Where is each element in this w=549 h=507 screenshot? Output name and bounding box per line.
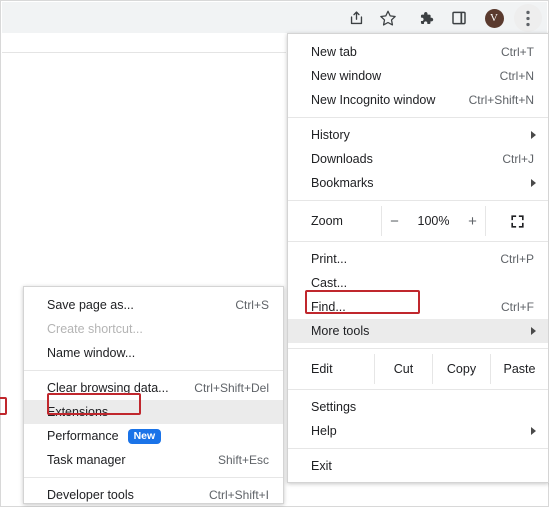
avatar-initial: V	[484, 8, 504, 28]
menu-separator	[288, 241, 548, 242]
menu-item-settings[interactable]: Settings	[288, 395, 548, 419]
menu-item-new-window[interactable]: New window Ctrl+N	[288, 64, 548, 88]
menu-separator	[288, 348, 548, 349]
chevron-right-icon	[531, 179, 536, 187]
edit-copy-button[interactable]: Copy	[432, 354, 490, 384]
menu-item-label: Cast...	[311, 276, 348, 290]
submenu-item-create-shortcut: Create shortcut...	[24, 317, 283, 341]
chevron-right-icon	[531, 427, 536, 435]
menu-item-label: History	[311, 128, 350, 142]
menu-item-help[interactable]: Help	[288, 419, 548, 443]
submenu-item-name-window[interactable]: Name window...	[24, 341, 283, 365]
menu-item-new-tab[interactable]: New tab Ctrl+T	[288, 40, 548, 64]
menu-item-downloads[interactable]: Downloads Ctrl+J	[288, 147, 548, 171]
menu-item-label: Downloads	[311, 152, 373, 166]
menu-item-label: Help	[311, 424, 337, 438]
submenu-item-clear-browsing-data[interactable]: Clear browsing data... Ctrl+Shift+Del	[24, 376, 283, 400]
avatar[interactable]: V	[480, 4, 508, 32]
menu-item-shortcut: Ctrl+J	[502, 152, 534, 166]
submenu-item-performance[interactable]: Performance New	[24, 424, 283, 448]
menu-item-shortcut: Ctrl+F	[501, 300, 534, 314]
zoom-label: Zoom	[311, 214, 343, 228]
menu-zoom-row: Zoom − 100% +	[288, 206, 548, 236]
zoom-level-value: 100%	[417, 214, 450, 228]
browser-window: V New tab Ctrl+T New window Ctrl+N New I…	[0, 0, 549, 507]
menu-item-shortcut: Ctrl+N	[499, 69, 534, 83]
menu-item-shortcut: Shift+Esc	[217, 453, 269, 467]
menu-item-shortcut: Ctrl+Shift+I	[208, 488, 269, 502]
menu-item-label: Print...	[311, 252, 348, 266]
puzzle-icon[interactable]	[411, 4, 439, 32]
menu-separator	[24, 370, 283, 371]
menu-item-label: Settings	[311, 400, 357, 414]
chevron-right-icon	[531, 131, 536, 139]
menu-item-label: Task manager	[47, 453, 126, 467]
menu-item-more-tools[interactable]: More tools	[288, 319, 548, 343]
submenu-item-save-page-as[interactable]: Save page as... Ctrl+S	[24, 293, 283, 317]
menu-item-history[interactable]: History	[288, 123, 548, 147]
menu-item-shortcut: Ctrl+S	[235, 298, 269, 312]
menu-item-label: Exit	[311, 459, 332, 473]
edit-label: Edit	[311, 362, 333, 376]
menu-item-label: Clear browsing data...	[47, 381, 169, 395]
menu-item-label: New tab	[311, 45, 357, 59]
fullscreen-icon[interactable]	[486, 206, 548, 236]
menu-item-label: Extensions	[47, 405, 109, 419]
menu-item-shortcut: Ctrl+Shift+N	[468, 93, 534, 107]
chrome-main-menu: New tab Ctrl+T New window Ctrl+N New Inc…	[287, 33, 549, 483]
menu-item-new-incognito-window[interactable]: New Incognito window Ctrl+Shift+N	[288, 88, 548, 112]
share-icon[interactable]	[342, 4, 370, 32]
menu-item-label: New window	[311, 69, 382, 83]
menu-separator	[288, 200, 548, 201]
menu-item-label: New Incognito window	[311, 93, 436, 107]
menu-item-shortcut: Ctrl+T	[501, 45, 534, 59]
more-tools-submenu: Save page as... Ctrl+S Create shortcut..…	[23, 286, 284, 504]
three-dot-icon[interactable]	[514, 4, 542, 32]
menu-item-shortcut: Ctrl+Shift+Del	[194, 381, 269, 395]
browser-toolbar: V	[2, 2, 547, 33]
edit-cut-button[interactable]: Cut	[374, 354, 432, 384]
menu-item-label: Find...	[311, 300, 346, 314]
menu-item-print[interactable]: Print... Ctrl+P	[288, 247, 548, 271]
menu-item-bookmarks[interactable]: Bookmarks	[288, 171, 548, 195]
zoom-out-button[interactable]: −	[388, 213, 402, 230]
chevron-right-icon	[531, 327, 536, 335]
menu-separator	[288, 389, 548, 390]
new-badge: New	[127, 428, 162, 444]
zoom-in-button[interactable]: +	[466, 213, 480, 230]
menu-item-label: Developer tools	[47, 488, 134, 502]
menu-separator	[288, 448, 548, 449]
menu-item-label: Bookmarks	[311, 176, 374, 190]
menu-item-shortcut: Ctrl+P	[500, 252, 534, 266]
menu-item-label: Performance	[47, 429, 119, 443]
menu-item-find[interactable]: Find... Ctrl+F	[288, 295, 548, 319]
menu-item-exit[interactable]: Exit	[288, 454, 548, 478]
menu-item-label: More tools	[311, 324, 370, 338]
submenu-item-extensions[interactable]: Extensions	[24, 400, 283, 424]
menu-item-cast[interactable]: Cast...	[288, 271, 548, 295]
menu-item-label: Name window...	[47, 346, 136, 360]
zoom-controls: − 100% +	[381, 206, 486, 236]
submenu-item-task-manager[interactable]: Task manager Shift+Esc	[24, 448, 283, 472]
menu-item-label: Create shortcut...	[47, 322, 143, 336]
menu-edit-row: Edit Cut Copy Paste	[288, 354, 548, 384]
menu-separator	[288, 117, 548, 118]
star-icon[interactable]	[374, 4, 402, 32]
submenu-item-developer-tools[interactable]: Developer tools Ctrl+Shift+I	[24, 483, 283, 507]
edit-paste-button[interactable]: Paste	[490, 354, 548, 384]
menu-item-label: Save page as...	[47, 298, 134, 312]
side-panel-icon[interactable]	[445, 4, 473, 32]
menu-separator	[24, 477, 283, 478]
